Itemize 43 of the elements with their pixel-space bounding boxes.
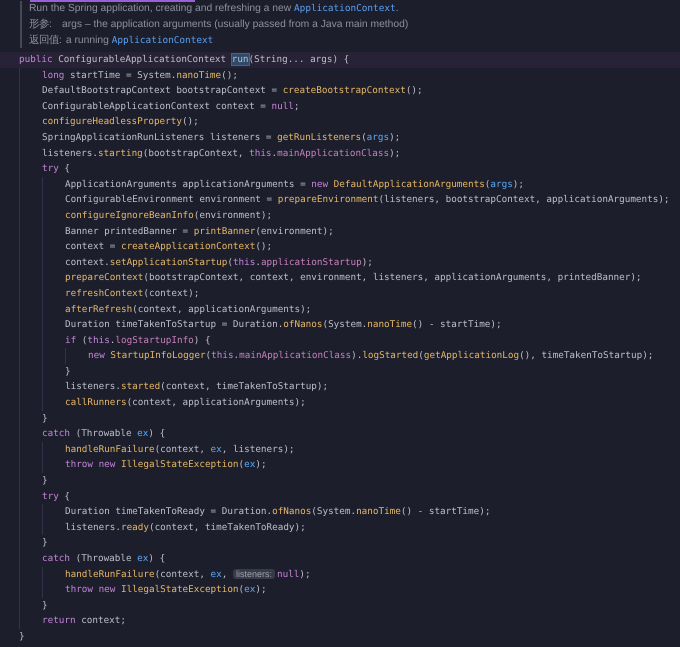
code-line: listeners.started(context, timeTakenToStartup); bbox=[65, 380, 328, 394]
code-line: callRunners(context, applicationArguments); bbox=[65, 396, 306, 410]
code-line: prepareContext(bootstrapContext, context, environment, listeners, applicationArguments, printedBanner); bbox=[65, 271, 642, 286]
code-line: throw new IllegalStateException(ex); bbox=[65, 458, 267, 472]
doc-comment-line: 返回值: a running ApplicationContext bbox=[29, 33, 214, 48]
code-line: afterRefresh(context, applicationArguments); bbox=[65, 302, 312, 316]
code-line: return context; bbox=[42, 614, 126, 628]
code-line: try { bbox=[42, 490, 70, 504]
code-line: } bbox=[42, 598, 48, 613]
code-line: listeners.starting(bootstrapContext, this.mainApplicationClass); bbox=[42, 146, 400, 161]
code-line: configureIgnoreBeanInfo(environment); bbox=[65, 208, 272, 223]
code-line: new StartupInfoLogger(this.mainApplicationClass).logStarted(getApplicationLog(), timeTakenToStartup); bbox=[88, 349, 654, 364]
doc-comment-line: Run the Spring application, creating and refreshing a new ApplicationContext. bbox=[29, 2, 400, 16]
code-line: DefaultBootstrapContext bootstrapContext = createBootstrapContext(); bbox=[42, 84, 423, 98]
code-line: } bbox=[42, 412, 48, 426]
code-line: Duration timeTakenToStartup = Duration.ofNanos(System.nanoTime() - startTime); bbox=[65, 318, 502, 332]
doc-link[interactable]: ApplicationContext bbox=[294, 3, 396, 14]
code-line: ConfigurableApplicationContext context = null; bbox=[42, 100, 300, 114]
code-line: if (this.logStartupInfo) { bbox=[65, 334, 211, 348]
code-line: configureHeadlessProperty(); bbox=[42, 115, 199, 130]
code-line: listeners.ready(context, timeTakenToReady); bbox=[65, 520, 306, 535]
code-line: catch (Throwable ex) { bbox=[42, 427, 166, 442]
code-line: refreshContext(context); bbox=[65, 286, 200, 301]
code-line: ApplicationArguments applicationArguments = new DefaultApplicationArguments(args); bbox=[65, 178, 524, 192]
code-line: handleRunFailure(context, ex, listeners: null); bbox=[65, 568, 311, 582]
code-line: context.setApplicationStartup(this.applicationStartup); bbox=[65, 256, 373, 270]
code-line: Duration timeTakenToReady = Duration.ofNanos(System.nanoTime() - startTime); bbox=[65, 505, 490, 520]
doc-link[interactable]: ApplicationContext bbox=[112, 35, 214, 46]
code-line: } bbox=[65, 364, 71, 379]
code-line: try { bbox=[42, 162, 70, 176]
doc-comment-line: 形参: args – the application arguments (usually passed from a Java main method) bbox=[29, 18, 408, 32]
code-line: } bbox=[42, 474, 48, 488]
code-line: throw new IllegalStateException(ex); bbox=[65, 583, 267, 598]
code-line: context = createApplicationContext(); bbox=[65, 240, 272, 254]
code-line: } bbox=[42, 536, 48, 550]
code-line: handleRunFailure(context, ex, listeners); bbox=[65, 442, 295, 457]
code-line: Banner printedBanner = printBanner(environment); bbox=[65, 224, 334, 239]
code-line: long startTime = System.nanoTime(); bbox=[42, 68, 238, 83]
code-line: } bbox=[19, 630, 25, 644]
code-line: catch (Throwable ex) { bbox=[42, 552, 166, 566]
code-line: SpringApplicationRunListeners listeners = getRunListeners(args); bbox=[42, 130, 400, 145]
code-line: ConfigurableEnvironment environment = prepareEnvironment(listeners, bootstrapContext, applicationArguments); bbox=[65, 193, 670, 208]
code-line: public ConfigurableApplicationContext run(String... args) { bbox=[19, 53, 350, 67]
